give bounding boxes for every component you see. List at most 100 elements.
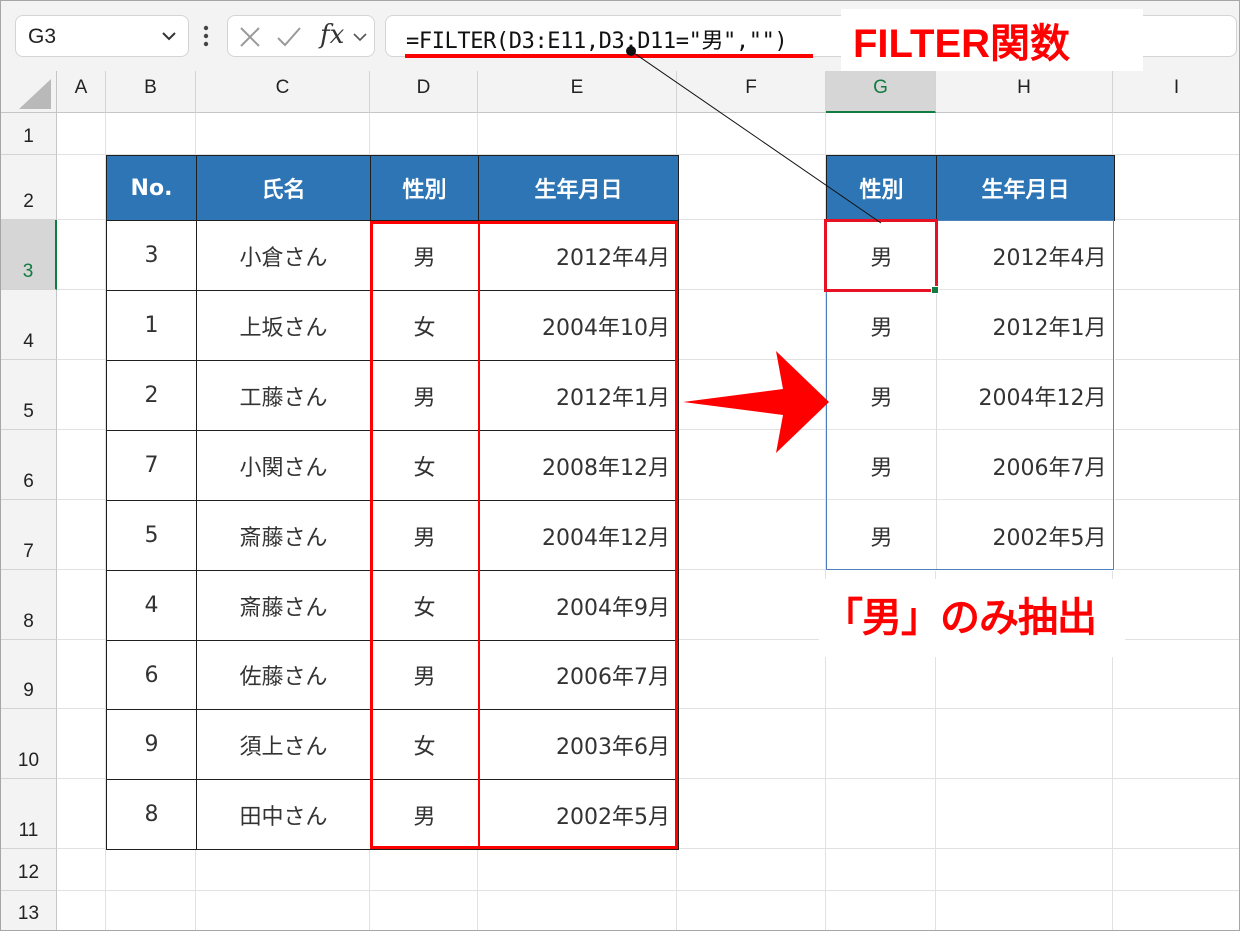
select-all-button[interactable] — [1, 71, 57, 113]
source-table: No. 氏名 性別 生年月日 3 小倉さん男 2012年4月 1 上坂さん女 2004年1… — [106, 155, 679, 850]
cell-name[interactable]: 佐藤さん — [196, 640, 371, 710]
row-header-11[interactable]: 11 — [1, 779, 57, 849]
insert-function-button[interactable]: fx — [320, 20, 344, 50]
row-header-6[interactable]: 6 — [1, 430, 57, 500]
row-header-13[interactable]: 13 — [1, 891, 57, 930]
cell-gender[interactable]: 男 — [370, 779, 479, 850]
row-number: 3 — [22, 261, 34, 282]
row-header-1[interactable]: 1 — [1, 113, 57, 155]
cell-name[interactable]: 工藤さん — [196, 360, 371, 431]
cell-birth[interactable]: 2004年10月 — [478, 290, 679, 361]
cell-no[interactable]: 2 — [106, 360, 197, 431]
spreadsheet-window: G3 fx =FILTER(D3:E11,D3:D11="男","") FILT… — [0, 0, 1240, 931]
cell-no[interactable]: 9 — [106, 709, 197, 780]
gridline-horizontal — [57, 890, 1239, 891]
row-header-12[interactable]: 12 — [1, 849, 57, 891]
cell-birth[interactable]: 2008年12月 — [478, 430, 679, 501]
cell-birth[interactable]: 2012年4月 — [478, 220, 679, 291]
row-number: 1 — [23, 126, 34, 147]
cell-gender[interactable]: 男 — [370, 500, 479, 571]
column-header-c[interactable]: C — [196, 71, 370, 113]
cell-birth[interactable]: 2004年12月 — [478, 500, 679, 571]
cell-no[interactable]: 5 — [106, 500, 197, 571]
column-header-e[interactable]: E — [478, 71, 677, 113]
row-number: 2 — [23, 191, 34, 212]
cell-birth[interactable]: 2004年9月 — [478, 570, 679, 641]
cell-gender[interactable]: 女 — [370, 570, 479, 641]
cell-birth[interactable]: 2012年1月 — [478, 360, 679, 431]
cell-gender[interactable]: 女 — [370, 290, 479, 361]
result-row: 男 2012年1月 — [826, 290, 1115, 361]
result-cell-birth[interactable]: 2006年7月 — [936, 430, 1115, 501]
row-header-9[interactable]: 9 — [1, 640, 57, 709]
cell-gender[interactable]: 男 — [370, 220, 479, 291]
cancel-icon[interactable] — [238, 25, 262, 49]
cell-gender[interactable]: 男 — [370, 360, 479, 431]
cell-no[interactable]: 4 — [106, 570, 197, 641]
result-cell-gender[interactable]: 男 — [826, 360, 937, 431]
name-box[interactable]: G3 — [15, 15, 189, 57]
result-cell-gender[interactable]: 男 — [826, 430, 937, 501]
header-name[interactable]: 氏名 — [196, 155, 371, 221]
cell-no[interactable]: 6 — [106, 640, 197, 710]
formula-controls: fx — [227, 15, 375, 57]
cell-birth[interactable]: 2003年6月 — [478, 709, 679, 780]
result-column-divider — [936, 220, 937, 570]
chevron-down-icon[interactable] — [352, 29, 368, 45]
result-cell-birth[interactable]: 2012年4月 — [936, 220, 1115, 291]
column-header-a[interactable]: A — [57, 71, 106, 113]
table-row: 8 田中さん男 2002年5月 — [106, 779, 679, 850]
enter-check-icon[interactable] — [276, 25, 302, 49]
cell-no[interactable]: 8 — [106, 779, 197, 850]
row-header-3[interactable]: 3 — [1, 220, 57, 290]
cell-no[interactable]: 1 — [106, 290, 197, 361]
cell-no[interactable]: 7 — [106, 430, 197, 501]
cell-name[interactable]: 斎藤さん — [196, 570, 371, 641]
result-table: 性別 生年月日 男 2012年4月男 2012年1月男 2004年12月男 2006年7… — [826, 155, 1115, 571]
cell-gender[interactable]: 男 — [370, 640, 479, 710]
cell-birth[interactable]: 2002年5月 — [478, 779, 679, 850]
cell-gender[interactable]: 女 — [370, 430, 479, 501]
row-header-5[interactable]: 5 — [1, 360, 57, 430]
column-header-i[interactable]: I — [1113, 71, 1239, 113]
header-gender[interactable]: 性別 — [370, 155, 479, 221]
result-row-line — [827, 359, 1113, 360]
row-header-10[interactable]: 10 — [1, 709, 57, 779]
column-header-h[interactable]: H — [936, 71, 1113, 113]
row-header-8[interactable]: 8 — [1, 570, 57, 640]
chevron-down-icon[interactable] — [160, 27, 178, 45]
column-header-g[interactable]: G — [826, 71, 936, 113]
table-row: 5 斎藤さん男 2004年12月 — [106, 500, 679, 571]
cell-no[interactable]: 3 — [106, 220, 197, 291]
result-header-birth[interactable]: 生年月日 — [936, 155, 1115, 221]
cell-name[interactable]: 小関さん — [196, 430, 371, 501]
column-header-b[interactable]: B — [106, 71, 196, 113]
cell-name[interactable]: 田中さん — [196, 779, 371, 850]
cell-gender[interactable]: 女 — [370, 709, 479, 780]
cell-name[interactable]: 上坂さん — [196, 290, 371, 361]
cell-name[interactable]: 小倉さん — [196, 220, 371, 291]
row-number: 8 — [23, 611, 34, 632]
result-cell-birth[interactable]: 2012年1月 — [936, 290, 1115, 361]
cell-name[interactable]: 須上さん — [196, 709, 371, 780]
fill-handle[interactable] — [931, 286, 939, 294]
result-cell-gender[interactable]: 男 — [826, 220, 937, 291]
select-all-icon — [19, 79, 51, 109]
result-cell-birth[interactable]: 2004年12月 — [936, 360, 1115, 431]
result-header-gender[interactable]: 性別 — [826, 155, 937, 221]
cell-birth[interactable]: 2006年7月 — [478, 640, 679, 710]
header-birth[interactable]: 生年月日 — [478, 155, 679, 221]
result-cell-gender[interactable]: 男 — [826, 500, 937, 571]
result-row: 男 2012年4月 — [826, 220, 1115, 291]
row-header-2[interactable]: 2 — [1, 155, 57, 220]
result-cell-birth[interactable]: 2002年5月 — [936, 500, 1115, 571]
row-header-4[interactable]: 4 — [1, 290, 57, 360]
red-arrow-icon — [683, 351, 829, 453]
header-no[interactable]: No. — [106, 155, 197, 221]
more-options-icon[interactable] — [201, 25, 211, 47]
result-cell-gender[interactable]: 男 — [826, 290, 937, 361]
cell-name[interactable]: 斎藤さん — [196, 500, 371, 571]
column-header-d[interactable]: D — [370, 71, 478, 113]
row-header-7[interactable]: 7 — [1, 500, 57, 570]
column-header-f[interactable]: F — [677, 71, 826, 113]
